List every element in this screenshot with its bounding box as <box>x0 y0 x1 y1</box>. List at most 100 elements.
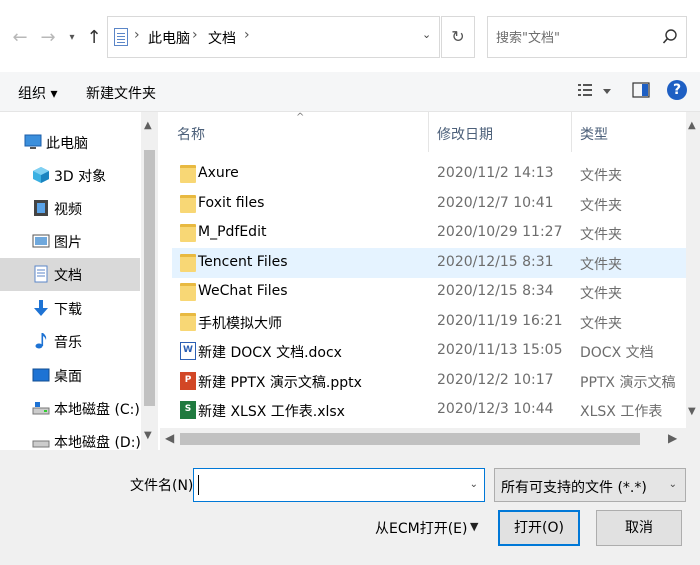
nav-item-drive-c[interactable]: 本地磁盘 (C:) <box>0 392 140 425</box>
file-list: ^ 名称 修改日期 类型 Axure 2020/11/2 14:13 文件夹 Foxi… <box>160 112 686 428</box>
pictures-icon <box>32 234 50 248</box>
nav-item-label: 本地磁盘 (C:) <box>54 402 140 418</box>
file-type: 文件夹 <box>580 286 622 302</box>
scroll-down-arrow-icon[interactable]: ▼ <box>688 406 696 417</box>
file-modified-date: 2020/12/2 10:17 <box>437 371 554 388</box>
nav-item-this-pc[interactable]: 此电脑 <box>0 126 140 159</box>
open-button[interactable]: 打开(O) <box>498 510 580 546</box>
file-name: 新建 DOCX 文档.docx <box>198 345 342 361</box>
column-header-type[interactable]: 类型 <box>580 112 608 152</box>
file-row[interactable]: WeChat Files 2020/12/15 8:34 文件夹 <box>172 277 686 307</box>
file-list-horizontal-scrollbar[interactable]: ◀ ▶ <box>160 428 686 450</box>
text-cursor <box>198 475 199 495</box>
file-row[interactable]: Tencent Files 2020/12/15 8:31 文件夹 <box>172 247 686 278</box>
nav-item-label: 图片 <box>54 235 82 251</box>
folder-icon <box>180 224 196 242</box>
chevron-down-icon[interactable]: ⌄ <box>470 479 478 490</box>
file-row[interactable]: Axure 2020/11/2 14:13 文件夹 <box>172 159 686 189</box>
nav-item-desktop[interactable]: 桌面 <box>0 359 140 392</box>
nav-item-drive-d[interactable]: 本地磁盘 (D:) <box>0 425 141 450</box>
column-divider[interactable] <box>428 112 429 152</box>
music-icon <box>35 333 47 349</box>
file-type-filter-select[interactable]: 所有可支持的文件 (*.*) ⌄ <box>494 468 686 502</box>
file-row[interactable]: P 新建 PPTX 演示文稿.pptx 2020/12/2 10:17 PPTX 演示… <box>172 366 686 396</box>
nav-item-label: 音乐 <box>54 335 82 351</box>
column-header-modified[interactable]: 修改日期 <box>437 112 493 152</box>
nav-item-pictures[interactable]: 图片 <box>0 225 140 258</box>
horizontal-scrollbar-thumb[interactable] <box>180 433 640 445</box>
nav-item-label: 文档 <box>54 268 82 284</box>
file-name: Tencent Files <box>198 253 288 270</box>
recent-locations-chevron-icon[interactable]: ▾ <box>62 28 82 48</box>
nav-item-downloads[interactable]: 下载 <box>0 292 140 325</box>
folder-icon <box>180 283 196 301</box>
file-row[interactable]: S 新建 XLSX 工作表.xlsx 2020/12/3 10:44 XLSX 工作表 <box>172 395 686 425</box>
column-divider[interactable] <box>571 112 572 152</box>
file-row[interactable]: Foxit files 2020/12/7 10:41 文件夹 <box>172 189 686 219</box>
chevron-down-icon[interactable]: ⌄ <box>422 28 431 41</box>
nav-scrollbar[interactable]: ▲ ▼ <box>141 112 158 450</box>
refresh-button[interactable]: ↻ <box>441 16 475 58</box>
scroll-left-arrow-icon[interactable]: ◀ <box>165 431 174 445</box>
filename-input[interactable] <box>200 475 460 495</box>
chevron-down-icon: ⌄ <box>668 479 677 490</box>
excel-document-icon: S <box>180 401 196 419</box>
new-folder-button[interactable]: 新建文件夹 <box>86 83 156 103</box>
open-from-ecm-button[interactable]: 从ECM打开(E) <box>375 518 467 538</box>
preview-pane-icon[interactable] <box>632 81 650 99</box>
view-options-icon[interactable] <box>578 82 618 100</box>
cancel-button[interactable]: 取消 <box>596 510 682 546</box>
file-modified-date: 2020/12/15 8:31 <box>437 253 554 270</box>
file-row[interactable]: 手机模拟大师 2020/11/19 16:21 文件夹 <box>172 307 686 337</box>
sort-ascending-icon: ^ <box>296 112 305 123</box>
file-type: 文件夹 <box>580 256 622 273</box>
command-bar: 组织 ▾ 新建文件夹 ? <box>0 72 700 112</box>
file-list-vertical-scrollbar[interactable]: ▲ ▼ <box>686 112 700 428</box>
file-type: 文件夹 <box>580 197 622 214</box>
address-bar[interactable]: › 此电脑 › 文档 › ⌄ <box>107 16 440 58</box>
video-icon <box>34 200 48 216</box>
search-box[interactable] <box>487 16 687 58</box>
file-row[interactable]: M_PdfEdit 2020/10/29 11:27 文件夹 <box>172 218 686 248</box>
file-modified-date: 2020/11/19 16:21 <box>437 312 563 329</box>
nav-item-label: 本地磁盘 (D:) <box>54 435 141 450</box>
download-icon <box>34 300 48 316</box>
column-header-name[interactable]: 名称 <box>177 112 205 152</box>
nav-item-3d-objects[interactable]: 3D 对象 <box>0 159 140 192</box>
file-type: 文件夹 <box>580 227 622 243</box>
filename-combobox[interactable]: ⌄ <box>193 468 485 502</box>
file-modified-date: 2020/11/13 15:05 <box>437 342 563 358</box>
scroll-up-arrow-icon[interactable]: ▲ <box>688 120 696 131</box>
nav-item-label: 此电脑 <box>46 136 88 152</box>
folder-icon <box>180 253 196 272</box>
nav-item-music[interactable]: 音乐 <box>0 325 140 358</box>
forward-button[interactable]: → <box>38 28 58 48</box>
desktop-icon <box>32 368 50 382</box>
chevron-right-icon[interactable]: › <box>244 27 250 43</box>
help-icon[interactable]: ? <box>667 80 687 100</box>
search-icon[interactable] <box>662 28 678 46</box>
search-input[interactable] <box>496 28 656 48</box>
up-button[interactable]: ↑ <box>84 28 104 48</box>
file-row[interactable]: W 新建 DOCX 文档.docx 2020/11/13 15:05 DOCX 文档 <box>172 336 686 366</box>
nav-item-documents[interactable]: 文档 <box>0 258 140 291</box>
scroll-up-arrow-icon[interactable]: ▲ <box>144 120 152 131</box>
chevron-right-icon[interactable]: › <box>192 27 198 43</box>
scroll-right-arrow-icon[interactable]: ▶ <box>668 431 677 445</box>
back-button[interactable]: ← <box>10 28 30 48</box>
file-modified-date: 2020/12/3 10:44 <box>437 401 554 417</box>
nav-scrollbar-thumb[interactable] <box>144 150 155 406</box>
file-name: 新建 PPTX 演示文稿.pptx <box>198 374 362 391</box>
drive-icon <box>32 402 50 415</box>
breadcrumb-documents[interactable]: 文档 <box>208 28 236 48</box>
scroll-down-arrow-icon[interactable]: ▼ <box>144 430 152 441</box>
computer-icon <box>24 134 42 149</box>
file-type: 文件夹 <box>580 168 622 184</box>
organize-menu-button[interactable]: 组织 ▾ <box>18 83 57 103</box>
ecm-dropdown-arrow-icon[interactable]: ▼ <box>470 520 478 533</box>
file-type: 文件夹 <box>580 315 622 332</box>
nav-item-videos[interactable]: 视频 <box>0 192 140 225</box>
breadcrumb-this-pc[interactable]: 此电脑 <box>148 28 190 48</box>
documents-icon <box>34 265 48 283</box>
folder-icon <box>180 194 196 213</box>
